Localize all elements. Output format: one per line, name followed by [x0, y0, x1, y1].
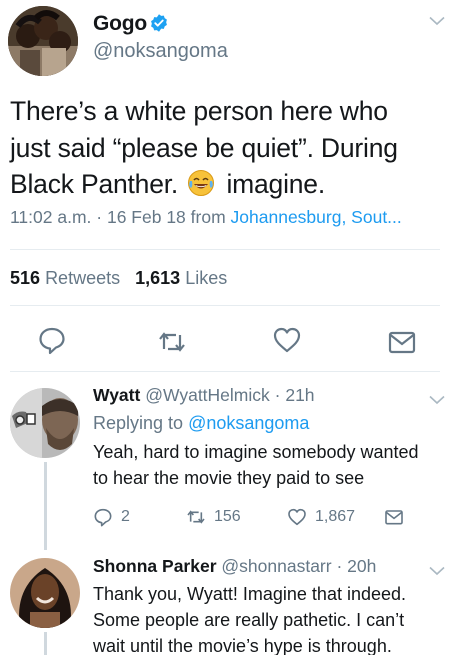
reply-icon[interactable]	[37, 325, 67, 355]
message-icon	[385, 510, 403, 525]
tweet-timestamp: 11:02 a.m. · 16 Feb 18 from Johannesburg…	[10, 207, 402, 228]
likes-stat[interactable]: 1,613 Likes	[135, 268, 227, 288]
retweets-stat[interactable]: 516 Retweets	[10, 268, 120, 288]
retweet-icon	[187, 510, 205, 524]
heart-icon	[288, 508, 306, 526]
likes-count: 1,613	[135, 268, 181, 288]
separator-dot: ·	[96, 207, 103, 227]
tweet-text-segment: Black Panther.	[10, 169, 179, 199]
reply-text-line: to hear the movie they paid to see	[93, 468, 365, 488]
reply-age: 20h	[347, 556, 377, 576]
heart-icon[interactable]	[272, 325, 302, 355]
author-display-name[interactable]: Gogo	[93, 12, 147, 36]
tweet-text: There’s a white person here who just sai…	[10, 93, 445, 203]
like-count: 1,867	[315, 508, 356, 525]
from-label: from	[190, 207, 226, 227]
separator-dot: ·	[274, 385, 281, 405]
thread-line	[44, 632, 47, 655]
replying-to-link[interactable]: @noksangoma	[188, 413, 309, 433]
divider	[10, 249, 440, 250]
location-link[interactable]: Johannesburg, Sout...	[231, 207, 402, 227]
reply-handle: @WyattHelmick	[145, 385, 270, 405]
replying-to: Replying to @noksangoma	[93, 413, 309, 434]
reply-display-name: Shonna Parker	[93, 556, 217, 576]
reply-text-line: wait until the movie’s hype is through.	[93, 636, 392, 655]
likes-label: Likes	[185, 268, 228, 288]
tweet-time: 11:02 a.m.	[10, 207, 92, 227]
reply-text-line: Some people are really pathetic. I can’t	[93, 610, 405, 630]
reply-message-action[interactable]	[384, 506, 412, 528]
separator-dot: ·	[336, 556, 343, 576]
reply-text: Yeah, hard to imagine somebody wanted to…	[93, 439, 443, 491]
tweet-stats: 516 Retweets 1,613 Likes	[10, 268, 227, 289]
tweet-text-segment: imagine.	[226, 169, 326, 199]
thread-line	[44, 462, 47, 550]
tweet-date: 16 Feb 18	[106, 207, 186, 227]
tears-of-joy-emoji	[188, 170, 215, 196]
tweet-text-line: There’s a white person here who	[10, 96, 388, 126]
author-avatar[interactable]	[8, 6, 78, 76]
author-handle[interactable]: @noksangoma	[93, 40, 228, 63]
message-icon[interactable]	[387, 327, 417, 357]
reply-age: 21h	[285, 385, 315, 405]
divider	[10, 305, 440, 306]
reply-author[interactable]: Wyatt @WyattHelmick · 21h	[93, 385, 315, 406]
reply-retweet-action[interactable]: 156	[186, 506, 241, 528]
retweets-label: Retweets	[45, 268, 121, 288]
reply-text-line: Yeah, hard to imagine somebody wanted	[93, 442, 419, 462]
reply-count: 2	[121, 508, 130, 525]
reply-reply-action[interactable]: 2	[93, 506, 130, 528]
reply-text: Thank you, Wyatt! Imagine that indeed. S…	[93, 581, 445, 655]
verified-badge-icon	[151, 14, 167, 32]
reply-handle: @shonnastarr	[221, 556, 332, 576]
chevron-down-icon[interactable]	[429, 566, 445, 576]
retweets-count: 516	[10, 268, 41, 288]
reply-avatar[interactable]	[10, 388, 80, 458]
reply-author[interactable]: Shonna Parker @shonnastarr · 20h	[93, 556, 376, 577]
reply-text-line: Thank you, Wyatt! Imagine that indeed.	[93, 584, 407, 604]
chevron-down-icon[interactable]	[429, 16, 445, 26]
replying-prefix: Replying to	[93, 413, 184, 433]
reply-display-name: Wyatt	[93, 385, 141, 405]
tweet-text-line-3: Black Panther. imagine.	[10, 166, 445, 203]
chevron-down-icon[interactable]	[429, 395, 445, 405]
tweet-text-line: just said “please be quiet”. During	[10, 132, 398, 163]
retweet-icon[interactable]	[157, 327, 187, 357]
reply-like-action[interactable]: 1,867	[287, 506, 355, 528]
divider	[10, 371, 440, 372]
reply-icon	[94, 508, 112, 527]
reply-avatar[interactable]	[10, 558, 80, 628]
retweet-count: 156	[214, 508, 241, 525]
